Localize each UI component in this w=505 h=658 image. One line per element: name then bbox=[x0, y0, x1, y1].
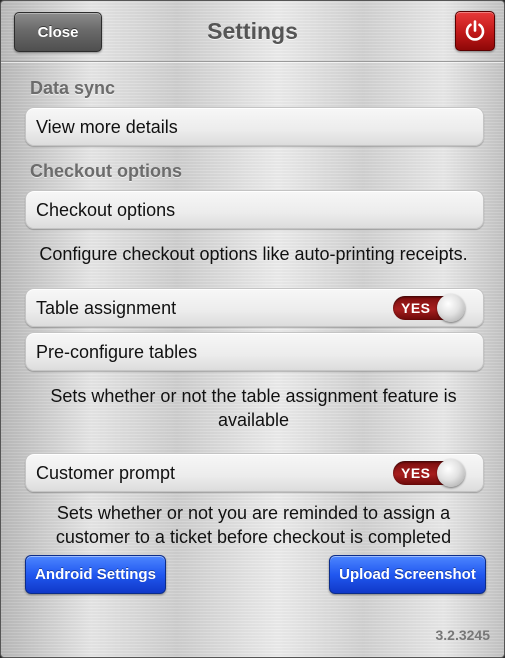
table-assignment-description-line1: Sets whether or not the table assignment… bbox=[50, 386, 457, 406]
checkout-options-label: Checkout options bbox=[36, 200, 176, 220]
checkout-options-row[interactable]: Checkout options bbox=[25, 190, 484, 229]
power-button[interactable] bbox=[455, 11, 495, 51]
table-assignment-label: Table assignment bbox=[36, 298, 177, 318]
pre-configure-tables-row[interactable]: Pre-configure tables bbox=[25, 332, 484, 371]
table-assignment-row: Table assignment YES bbox=[25, 288, 484, 327]
upload-screenshot-button[interactable]: Upload Screenshot bbox=[329, 555, 486, 594]
toggle-state-label: YES bbox=[401, 300, 431, 316]
customer-prompt-description-line2: customer to a ticket before checkout is … bbox=[55, 527, 452, 547]
toggle-knob bbox=[437, 294, 465, 322]
customer-prompt-label: Customer prompt bbox=[36, 463, 176, 483]
customer-prompt-toggle[interactable]: YES bbox=[393, 459, 465, 487]
table-assignment-description-line2: available bbox=[217, 410, 290, 430]
pre-configure-tables-label: Pre-configure tables bbox=[36, 342, 198, 362]
view-more-details-label: View more details bbox=[36, 117, 178, 137]
view-more-details-row[interactable]: View more details bbox=[25, 107, 484, 146]
toggle-state-label: YES bbox=[401, 465, 431, 481]
toggle-knob bbox=[437, 459, 465, 487]
customer-prompt-description-line1: Sets whether or not you are reminded to … bbox=[56, 503, 451, 523]
settings-dialog: Close Settings Data sync View more detai… bbox=[0, 0, 505, 658]
power-icon bbox=[465, 20, 485, 41]
data-sync-section-label: Data sync bbox=[30, 78, 116, 98]
customer-prompt-row: Customer prompt YES bbox=[25, 453, 484, 492]
page-title: Settings bbox=[207, 18, 298, 44]
android-settings-button[interactable]: Android Settings bbox=[25, 555, 166, 594]
checkout-description: Configure checkout options like auto-pri… bbox=[39, 244, 468, 264]
settings-header: Close Settings bbox=[1, 1, 504, 62]
version-label: 3.2.3245 bbox=[435, 627, 491, 643]
checkout-section-label: Checkout options bbox=[30, 161, 182, 181]
table-assignment-toggle[interactable]: YES bbox=[393, 294, 465, 322]
